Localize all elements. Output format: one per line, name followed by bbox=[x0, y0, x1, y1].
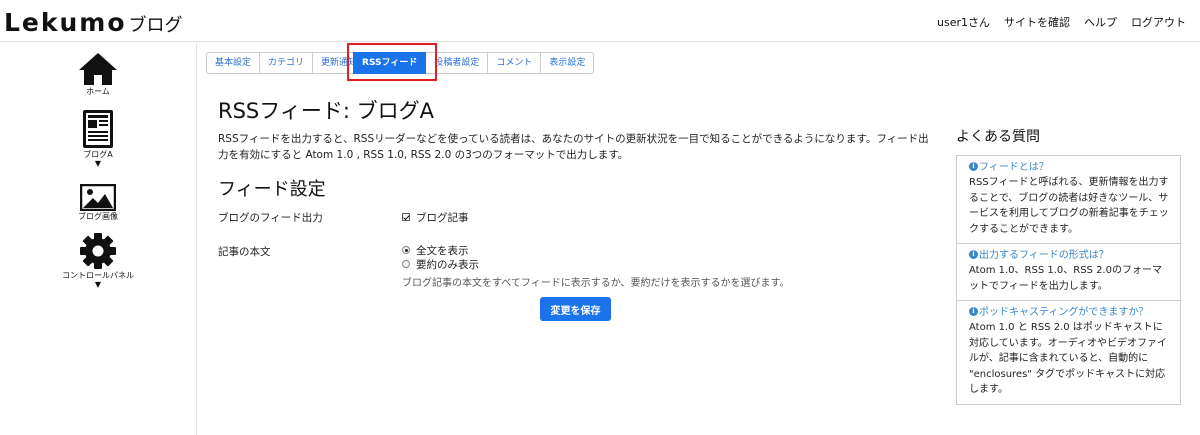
tab-rss-feed[interactable]: RSSフィード bbox=[353, 52, 427, 74]
sidebar-item-blog[interactable]: ブログA ▼ bbox=[0, 109, 196, 168]
blog-posts-checkbox[interactable] bbox=[402, 213, 410, 221]
sidebar: ホーム ブログA ▼ ブログ画像 コントロールパネル ▼ bbox=[0, 43, 197, 435]
home-icon bbox=[79, 53, 117, 85]
faq-question-text: ポッドキャスティングができますか？ bbox=[979, 307, 1149, 318]
full-text-option[interactable]: 全文を表示 bbox=[402, 244, 790, 258]
gear-icon bbox=[80, 233, 116, 269]
faq-item: i 出力するフィードの形式は？ Atom 1.0、RSS 1.0、RSS 2.0の… bbox=[957, 243, 1180, 300]
save-button[interactable]: 変更を保存 bbox=[540, 297, 611, 321]
feed-output-row: ブログのフィード出力 ブログ記事 bbox=[218, 210, 938, 244]
info-icon: i bbox=[969, 161, 978, 171]
tab-comments[interactable]: コメント bbox=[487, 52, 542, 74]
faq-panel: よくある質問 i フィードとは？ RSSフィードと呼ばれる、更新情報を出力すること… bbox=[956, 126, 1181, 405]
tab-categories[interactable]: カテゴリ bbox=[259, 52, 314, 74]
sidebar-item-images[interactable]: ブログ画像 bbox=[0, 184, 196, 222]
sidebar-item-home[interactable]: ホーム bbox=[0, 52, 196, 97]
info-icon: i bbox=[969, 249, 978, 259]
faq-question[interactable]: i ポッドキャスティングができますか？ bbox=[969, 305, 1170, 320]
feed-output-label: ブログのフィード出力 bbox=[218, 212, 323, 224]
image-icon bbox=[80, 184, 116, 211]
tab-display-settings[interactable]: 表示設定 bbox=[540, 52, 595, 74]
chevron-down-icon[interactable]: ▼ bbox=[0, 281, 196, 289]
sidebar-item-label: ブログ画像 bbox=[78, 212, 118, 221]
body-setting-label: 記事の本文 bbox=[218, 246, 271, 258]
body-setting-help: ブログ記事の本文をすべてフィードに表示するか、要約だけを表示するかを選びます。 bbox=[402, 278, 790, 289]
faq-question-text: フィードとは？ bbox=[979, 162, 1049, 173]
blog-icon bbox=[83, 110, 113, 148]
help-link[interactable]: ヘルプ bbox=[1084, 14, 1117, 30]
tab-author-settings[interactable]: 投稿者設定 bbox=[425, 52, 489, 74]
summary-only-radio[interactable] bbox=[402, 260, 410, 268]
chevron-down-icon[interactable]: ▼ bbox=[0, 160, 196, 168]
section-title: フィード設定 bbox=[218, 179, 326, 200]
faq-answer: Atom 1.0、RSS 1.0、RSS 2.0のフォーマットでフィードを出力し… bbox=[969, 265, 1162, 292]
top-header: Lekumo ブログ user1さん サイトを確認 ヘルプ ログアウト bbox=[0, 0, 1200, 42]
feed-output-control[interactable]: ブログ記事 bbox=[402, 210, 469, 225]
logout-link[interactable]: ログアウト bbox=[1131, 14, 1186, 30]
full-text-label: 全文を表示 bbox=[416, 245, 469, 257]
faq-question-text: 出力するフィードの形式は？ bbox=[979, 250, 1109, 261]
body-setting-control: 全文を表示 要約のみ表示 ブログ記事の本文をすべてフィードに表示するか、要約だけ… bbox=[402, 244, 790, 289]
faq-question[interactable]: i フィードとは？ bbox=[969, 160, 1170, 175]
logo-sub-text: ブログ bbox=[128, 15, 183, 36]
faq-list: i フィードとは？ RSSフィードと呼ばれる、更新情報を出力することで、ブログの読… bbox=[956, 155, 1181, 405]
main-content: RSSフィード: ブログA RSSフィードを出力すると、RSSリーダーなどを使っ… bbox=[218, 95, 938, 321]
faq-item: i ポッドキャスティングができますか？ Atom 1.0 と RSS 2.0 はポ… bbox=[957, 300, 1180, 404]
page-title: RSSフィード: ブログA bbox=[218, 99, 434, 123]
top-nav: user1さん サイトを確認 ヘルプ ログアウト bbox=[937, 14, 1186, 30]
site-logo[interactable]: Lekumo ブログ bbox=[4, 8, 183, 37]
faq-question[interactable]: i 出力するフィードの形式は？ bbox=[969, 248, 1170, 263]
view-site-link[interactable]: サイトを確認 bbox=[1004, 14, 1070, 30]
faq-answer: RSSフィードと呼ばれる、更新情報を出力することで、ブログの読者は好きなツール、… bbox=[969, 177, 1169, 235]
faq-title: よくある質問 bbox=[956, 129, 1040, 145]
faq-item: i フィードとは？ RSSフィードと呼ばれる、更新情報を出力することで、ブログの読… bbox=[957, 156, 1180, 243]
info-icon: i bbox=[969, 306, 978, 316]
logo-main-text: Lekumo bbox=[4, 8, 127, 37]
sidebar-item-control-panel[interactable]: コントロールパネル ▼ bbox=[0, 232, 196, 289]
tab-basic-settings[interactable]: 基本設定 bbox=[206, 52, 261, 74]
summary-only-label: 要約のみ表示 bbox=[416, 259, 479, 271]
blog-posts-checkbox-label: ブログ記事 bbox=[416, 212, 469, 224]
full-text-radio[interactable] bbox=[402, 246, 410, 254]
settings-tabs: 基本設定 カテゴリ 更新通知 RSSフィード 投稿者設定 コメント 表示設定 bbox=[206, 52, 595, 74]
user-menu-link[interactable]: user1さん bbox=[937, 14, 990, 30]
page-description: RSSフィードを出力すると、RSSリーダーなどを使っている読者は、あなたのサイト… bbox=[218, 133, 929, 161]
body-setting-row: 記事の本文 全文を表示 要約のみ表示 ブログ記事の本文をすべてフィードに表示する… bbox=[218, 244, 938, 294]
faq-answer: Atom 1.0 と RSS 2.0 はポッドキャストに対応しています。オーディ… bbox=[969, 322, 1167, 395]
sidebar-item-label: ホーム bbox=[86, 87, 110, 96]
summary-only-option[interactable]: 要約のみ表示 bbox=[402, 258, 790, 272]
